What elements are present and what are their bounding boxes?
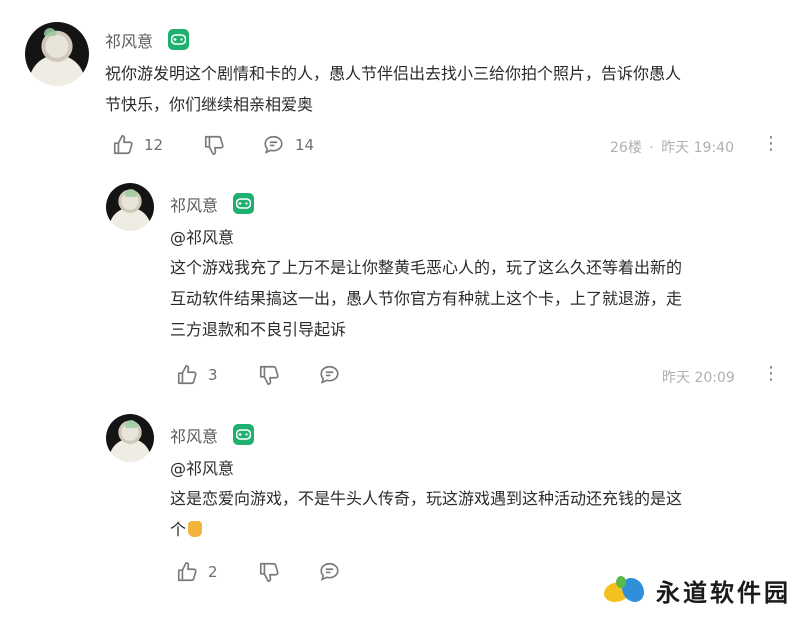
comment-time: 昨天 20:09 xyxy=(662,370,735,386)
comment-meta: 26楼 · 昨天 19:40 xyxy=(610,137,734,157)
dislike-button[interactable] xyxy=(203,134,225,156)
gamepad-icon xyxy=(233,193,254,214)
watermark: 永道软件园 xyxy=(604,573,791,608)
like-count: 12 xyxy=(144,136,164,154)
thumbs-up-emoji xyxy=(188,521,203,537)
gamepad-icon xyxy=(168,29,189,50)
mention-link[interactable]: @祁风意 xyxy=(170,455,234,479)
comment-line: 祝你游发明这个剧情和卡的人，愚人节伴侣出去找小三给你拍个照片，告诉你愚人 xyxy=(105,64,682,83)
comment-text: 这个游戏我充了上万不是让你整黄毛恶心人的，玩了这么久还等着出新的 互动软件结果搞… xyxy=(170,252,682,345)
more-vertical-icon[interactable]: ⋮ xyxy=(762,365,780,383)
avatar[interactable] xyxy=(25,22,89,86)
comment-line: 节快乐，你们继续相亲相爱奥 xyxy=(105,95,314,114)
comment-line: 三方退款和不良引导起诉 xyxy=(170,320,347,339)
comment-time: 昨天 19:40 xyxy=(661,140,734,156)
dislike-button[interactable] xyxy=(258,364,280,386)
comment-meta: 昨天 20:09 xyxy=(662,367,735,387)
comment-line: 这个游戏我充了上万不是让你整黄毛恶心人的，玩了这么久还等着出新的 xyxy=(170,258,683,277)
like-button[interactable]: 3 xyxy=(176,364,218,386)
comment-line: 互动软件结果搞这一出，愚人节你官方有种就上这个卡，上了就退游，走 xyxy=(170,289,683,308)
like-count: 3 xyxy=(208,366,218,384)
avatar[interactable] xyxy=(106,183,154,231)
username[interactable]: 祁风意 xyxy=(170,423,218,447)
watermark-text: 永道软件园 xyxy=(656,578,791,607)
thumbs-up-icon xyxy=(177,365,197,385)
thumbs-up-icon xyxy=(113,135,133,155)
like-button[interactable]: 12 xyxy=(112,134,163,156)
reply-button[interactable] xyxy=(318,561,341,583)
gamepad-icon xyxy=(233,424,254,445)
reply-count: 14 xyxy=(295,136,315,154)
like-button[interactable]: 2 xyxy=(176,561,218,583)
floor-number: 26楼 xyxy=(610,140,642,156)
comment-text: 这是恋爱向游戏，不是牛头人传奇，玩这游戏遇到这种活动还充钱的是这 个 xyxy=(170,483,682,545)
reply-button[interactable] xyxy=(318,364,341,386)
like-count: 2 xyxy=(208,563,218,581)
watermark-logo-icon xyxy=(604,575,646,606)
comment-icon xyxy=(320,562,339,581)
dislike-button[interactable] xyxy=(258,561,280,583)
comment-line: 个 xyxy=(170,520,187,539)
thumbs-down-icon xyxy=(259,365,279,385)
thumbs-down-icon xyxy=(259,562,279,582)
avatar[interactable] xyxy=(106,414,154,462)
comment-icon xyxy=(320,365,339,384)
reply-button[interactable]: 14 xyxy=(262,134,314,156)
comment-text: 祝你游发明这个剧情和卡的人，愚人节伴侣出去找小三给你拍个照片，告诉你愚人 节快乐… xyxy=(105,58,681,120)
username[interactable]: 祁风意 xyxy=(170,192,218,216)
comment-line: 这是恋爱向游戏，不是牛头人传奇，玩这游戏遇到这种活动还充钱的是这 xyxy=(170,489,683,508)
thumbs-up-icon xyxy=(177,562,197,582)
meta-separator: · xyxy=(649,140,654,156)
mention-link[interactable]: @祁风意 xyxy=(170,224,234,248)
username[interactable]: 祁风意 xyxy=(105,28,153,52)
comment-icon xyxy=(264,135,283,154)
more-vertical-icon[interactable]: ⋮ xyxy=(762,135,780,153)
thumbs-down-icon xyxy=(204,135,224,155)
